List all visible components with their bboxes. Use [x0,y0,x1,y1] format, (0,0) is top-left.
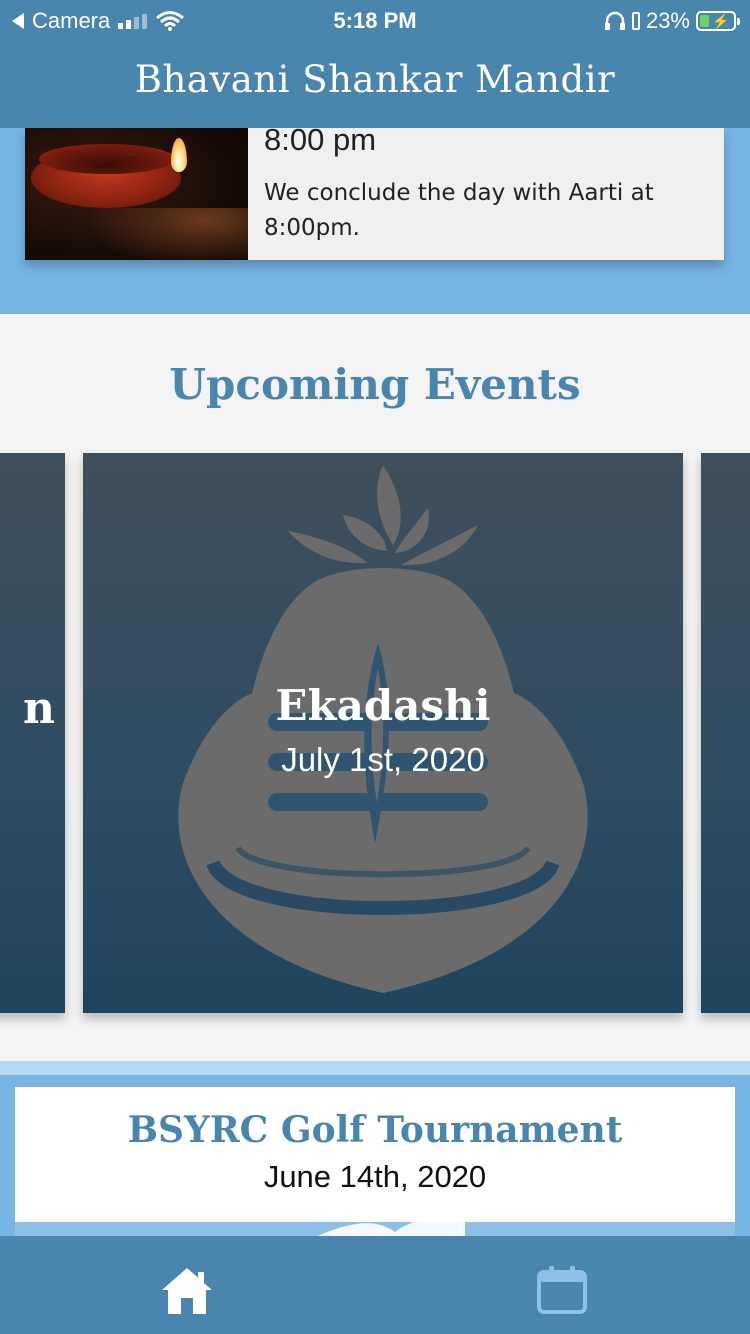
diya-image [25,128,248,260]
event-date: July 1st, 2020 [281,741,485,778]
event-card-previous[interactable]: n [0,453,65,1013]
golf-event-date: June 14th, 2020 [263,1159,487,1194]
page-title: Bhavani Shankar Mandir [134,58,616,101]
event-card-featured[interactable]: Ekadashi July 1st, 2020 [83,453,683,1013]
calendar-icon [537,1266,587,1314]
battery-icon: ⚡ [696,11,740,31]
event-card-next[interactable] [701,453,750,1013]
tab-home[interactable] [160,1264,214,1318]
shiva-lingam-icon [178,465,588,993]
status-bar: Camera 5:18 PM 23% ⚡ [0,0,750,40]
event-title: Ekadashi [275,681,491,730]
schedule-card[interactable]: 8:00 pm We conclude the day with Aarti a… [25,128,724,260]
schedule-description: We conclude the day with Aarti at 8:00pm… [264,180,654,241]
tab-calendar[interactable] [535,1264,589,1318]
section-divider [0,1061,750,1075]
schedule-time: 8:00 pm [264,128,377,157]
home-icon [162,1268,212,1314]
golf-event-title: BSYRC Golf Tournament [127,1109,623,1151]
headphones-icon [604,11,625,30]
section-title-upcoming-events: Upcoming Events [169,360,581,409]
schedule-section: 8:00 pm We conclude the day with Aarti a… [0,128,750,314]
tab-bar [0,1236,750,1334]
lock-rotation-icon [631,12,640,30]
top-bar: Camera 5:18 PM 23% ⚡ Bhavani Shankar Man… [0,0,750,128]
battery-percent: 23% [645,8,690,33]
previous-event-title-fragment: n [23,683,55,734]
